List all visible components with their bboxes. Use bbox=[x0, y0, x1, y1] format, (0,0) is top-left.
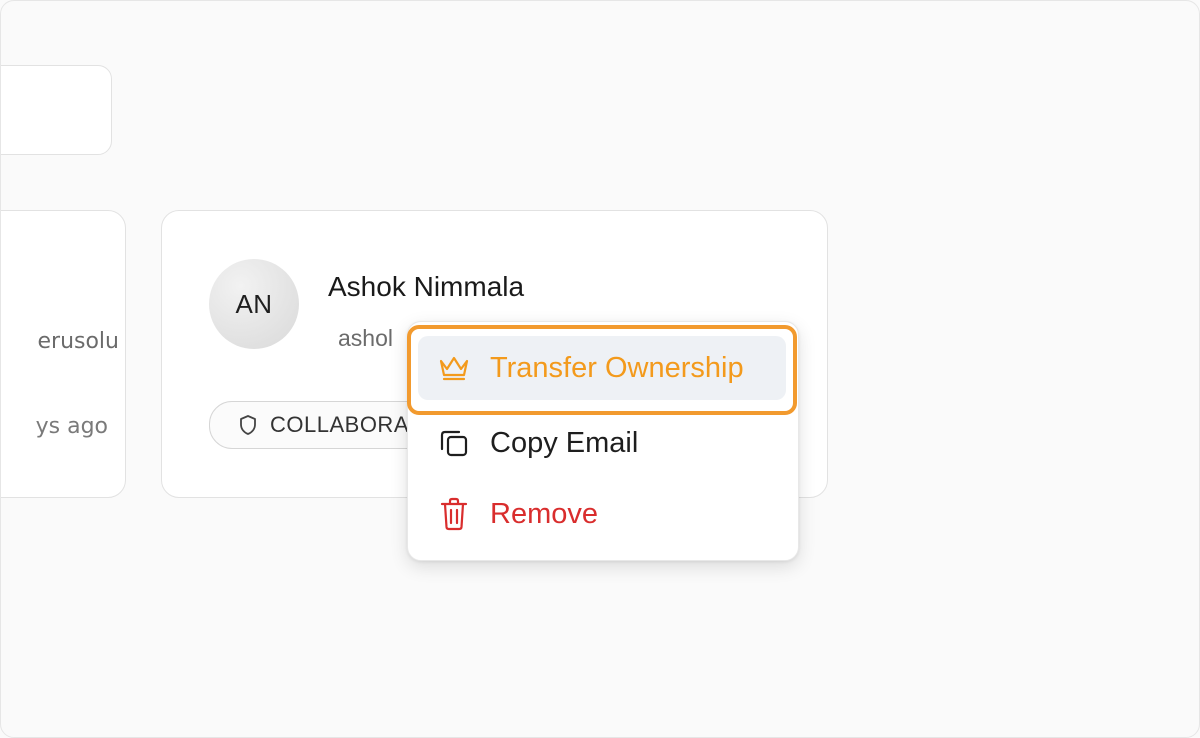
copy-email-label: Copy Email bbox=[490, 426, 639, 459]
remove-menu-item[interactable]: Remove bbox=[418, 482, 786, 546]
remove-label: Remove bbox=[490, 497, 598, 530]
member-email: ashol bbox=[338, 325, 393, 351]
trash-icon bbox=[436, 496, 472, 532]
role-badge: COLLABORATOR bbox=[209, 401, 431, 449]
search-input[interactable] bbox=[1, 65, 112, 155]
avatar-initials: AN bbox=[235, 288, 273, 319]
copy-icon bbox=[436, 425, 472, 461]
transfer-ownership-menu-item[interactable]: Transfer Ownership bbox=[418, 336, 786, 400]
avatar: AN bbox=[209, 259, 299, 349]
crown-icon bbox=[436, 350, 472, 386]
shield-icon bbox=[236, 413, 260, 437]
member-joined-time: ys ago bbox=[35, 414, 108, 439]
member-name: Ashok Nimmala bbox=[328, 271, 525, 302]
copy-email-menu-item[interactable]: Copy Email bbox=[418, 411, 786, 475]
transfer-ownership-label: Transfer Ownership bbox=[490, 351, 744, 384]
member-card-previous: erusolu ys ago bbox=[1, 210, 126, 498]
member-email: erusolu bbox=[37, 329, 119, 354]
app-window: erusolu ys ago AN Ashok Nimmala ashol CO… bbox=[0, 0, 1200, 738]
member-actions-menu: Transfer Ownership Copy Email Remove bbox=[407, 321, 799, 561]
